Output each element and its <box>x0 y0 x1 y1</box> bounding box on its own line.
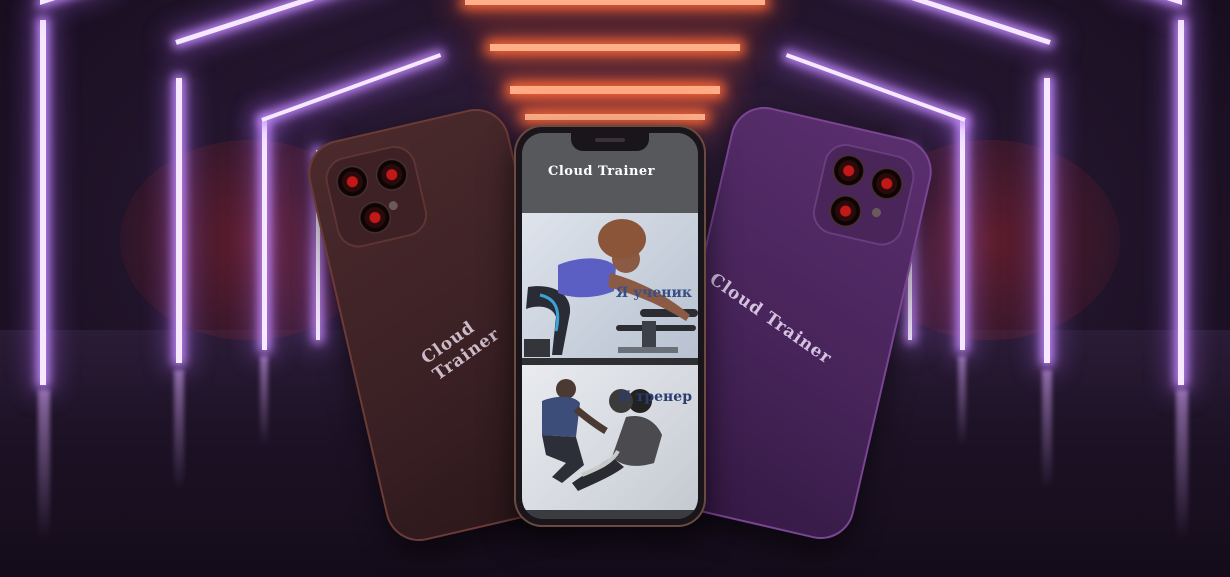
flash-icon <box>871 207 882 218</box>
trainer-option-label: Я тренер <box>618 389 692 405</box>
floor-reflection <box>1042 370 1052 490</box>
back-logo-text: Cloud Trainer <box>705 269 836 369</box>
student-option-card[interactable]: Я ученик <box>522 213 698 358</box>
neon-strip <box>785 53 966 122</box>
ceiling-light <box>465 0 765 5</box>
neon-strip <box>176 78 182 363</box>
camera-lens-icon <box>826 191 865 231</box>
bottom-bar <box>522 510 698 519</box>
neon-strip <box>960 120 965 350</box>
camera-lens-icon <box>333 162 372 201</box>
ceiling-light <box>490 44 740 51</box>
camera-module <box>321 141 432 252</box>
floor-reflection <box>260 356 268 446</box>
neon-strip <box>1044 78 1050 363</box>
camera-lens-icon <box>829 151 868 190</box>
floor-reflection <box>38 390 50 540</box>
neon-strip <box>841 0 1051 45</box>
speaker <box>595 138 625 142</box>
app-title: Cloud Trainer <box>548 164 656 179</box>
ceiling-light <box>510 86 720 94</box>
neon-strip <box>40 0 110 5</box>
neon-strip <box>1120 0 1182 5</box>
neon-strip <box>1178 20 1184 385</box>
phone-front: Cloud Trainer Я ученик Я тренер <box>516 127 704 525</box>
floor-reflection <box>958 356 966 446</box>
trainer-option-card[interactable]: Я тренер <box>522 365 698 510</box>
camera-lens-icon <box>372 155 411 194</box>
notch <box>571 133 649 151</box>
neon-strip <box>261 53 442 122</box>
trainer-illustration <box>542 379 662 491</box>
floor-reflection <box>1176 390 1188 540</box>
flash-icon <box>387 200 399 212</box>
ceiling-light <box>525 114 705 120</box>
neon-strip <box>262 120 267 350</box>
floor-reflection <box>174 370 184 490</box>
camera-module <box>808 139 919 250</box>
divider <box>522 358 698 365</box>
student-option-label: Я ученик <box>615 285 692 301</box>
camera-lens-icon <box>867 164 906 203</box>
neon-strip <box>40 20 46 385</box>
app-screen: Cloud Trainer Я ученик Я тренер <box>522 133 698 519</box>
neon-strip <box>175 0 387 45</box>
